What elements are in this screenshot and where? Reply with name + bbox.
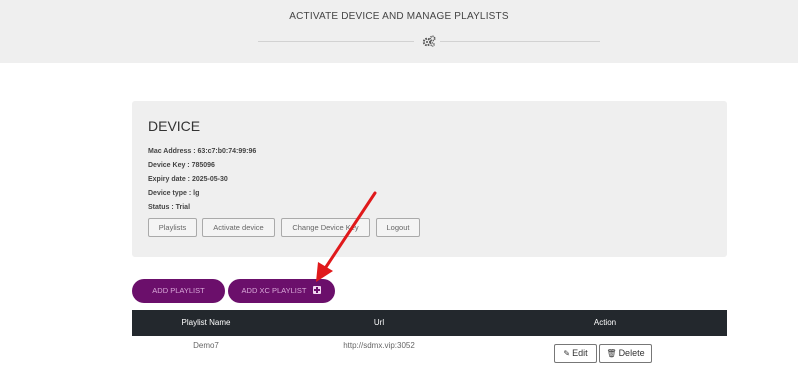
- mac-address: Mac Address : 63:c7:b0:74:99:96: [148, 148, 257, 155]
- add-xc-playlist-label: ADD XC PLAYLIST: [241, 286, 307, 295]
- logout-button[interactable]: Logout: [376, 218, 420, 237]
- edit-icon: ✎: [563, 349, 571, 358]
- column-header-url: Url: [373, 318, 385, 327]
- device-key: Device Key : 785096: [148, 162, 215, 169]
- playlist-table-header: Playlist Name Url Action: [132, 310, 727, 336]
- trash-icon: 🗑: [606, 349, 617, 358]
- expiry-date: Expiry date : 2025-05-30: [148, 176, 228, 183]
- page-title: ACTIVATE DEVICE AND MANAGE PLAYLISTS: [289, 11, 509, 22]
- playlist-name-cell: Demo7: [193, 341, 219, 350]
- header-divider-right: [440, 41, 600, 42]
- edit-label: Edit: [572, 348, 588, 358]
- device-type: Device type : lg: [148, 190, 200, 197]
- device-card: DEVICE Mac Address : 63:c7:b0:74:99:96 D…: [132, 101, 727, 257]
- edit-button[interactable]: ✎ Edit: [554, 344, 597, 363]
- delete-label: Delete: [618, 348, 645, 358]
- playlist-url-cell: http://sdmx.vip:3052: [343, 341, 415, 350]
- plus-square-icon: [313, 286, 322, 295]
- delete-button[interactable]: 🗑 Delete: [599, 344, 652, 363]
- column-header-name: Playlist Name: [181, 318, 231, 327]
- activate-device-button[interactable]: Activate device: [202, 218, 275, 237]
- playlists-button[interactable]: Playlists: [148, 218, 197, 237]
- add-playlist-label: ADD PLAYLIST: [152, 286, 205, 295]
- change-device-key-button[interactable]: Change Device Key: [281, 218, 370, 237]
- gears-icon: [422, 35, 436, 47]
- device-status: Status : Trial: [148, 204, 191, 211]
- add-xc-playlist-button[interactable]: ADD XC PLAYLIST: [228, 279, 335, 303]
- header-divider-left: [258, 41, 414, 42]
- column-header-action: Action: [593, 318, 617, 327]
- device-title: DEVICE: [148, 118, 201, 134]
- page-header: ACTIVATE DEVICE AND MANAGE PLAYLISTS: [0, 0, 798, 63]
- add-playlist-button[interactable]: ADD PLAYLIST: [132, 279, 225, 303]
